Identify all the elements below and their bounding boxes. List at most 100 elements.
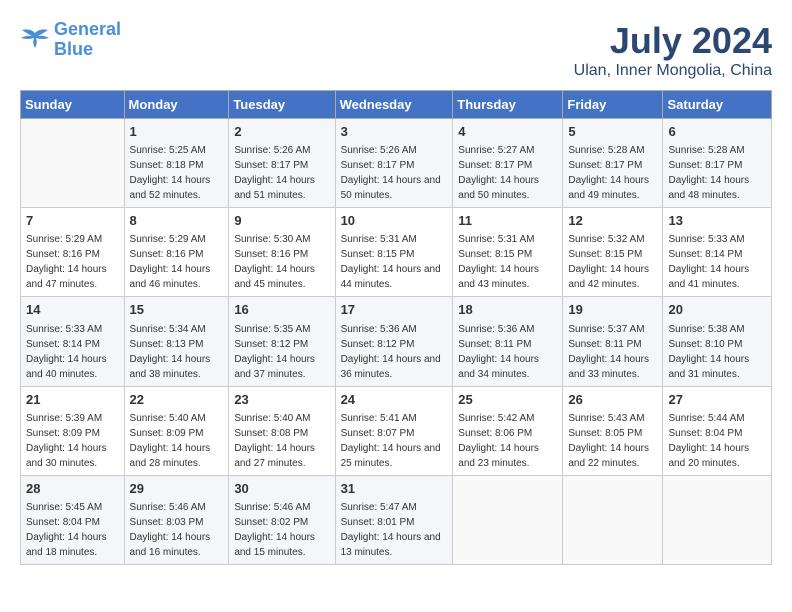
calendar-cell: 9Sunrise: 5:30 AMSunset: 8:16 PMDaylight… [229,208,335,297]
calendar-cell: 21Sunrise: 5:39 AMSunset: 8:09 PMDayligh… [21,386,125,475]
day-info: Sunrise: 5:46 AMSunset: 8:03 PMDaylight:… [130,502,211,558]
day-info: Sunrise: 5:26 AMSunset: 8:17 PMDaylight:… [234,145,315,201]
day-info: Sunrise: 5:40 AMSunset: 8:08 PMDaylight:… [234,413,315,469]
calendar-cell: 16Sunrise: 5:35 AMSunset: 8:12 PMDayligh… [229,297,335,386]
day-number: 19 [568,301,657,319]
logo-text: General Blue [54,20,121,60]
day-number: 12 [568,212,657,230]
calendar-cell: 20 Sunrise: 5:38 AMSunset: 8:10 PMDayligh… [663,297,772,386]
day-number: 22 [130,391,224,409]
calendar-cell: 5 Sunrise: 5:28 AMSunset: 8:17 PMDaylight… [563,119,663,208]
calendar-cell: 18 Sunrise: 5:36 AMSunset: 8:11 PMDayligh… [453,297,563,386]
day-number: 18 [458,301,557,319]
calendar-cell [663,475,772,564]
day-number: 20 [668,301,766,319]
calendar-cell: 27 Sunrise: 5:44 AMSunset: 8:04 PMDayligh… [663,386,772,475]
calendar-cell [563,475,663,564]
page-header: General Blue July 2024 Ulan, Inner Mongo… [20,20,772,80]
day-info: Sunrise: 5:31 AMSunset: 8:15 PMDaylight:… [458,234,539,290]
weekday-row: SundayMondayTuesdayWednesdayThursdayFrid… [21,91,772,119]
day-info: Sunrise: 5:25 AMSunset: 8:18 PMDaylight:… [130,145,211,201]
month-title: July 2024 [574,20,772,62]
day-number: 4 [458,123,557,141]
calendar-cell: 30 Sunrise: 5:46 AMSunset: 8:02 PMDayligh… [229,475,335,564]
day-number: 29 [130,480,224,498]
day-info: Sunrise: 5:45 AMSunset: 8:04 PMDaylight:… [26,502,107,558]
calendar-cell: 7 Sunrise: 5:29 AMSunset: 8:16 PMDaylight… [21,208,125,297]
calendar-cell: 4Sunrise: 5:27 AMSunset: 8:17 PMDaylight… [453,119,563,208]
logo-line2: Blue [54,39,93,59]
day-info: Sunrise: 5:40 AMSunset: 8:09 PMDaylight:… [130,413,211,469]
calendar-body: 1 Sunrise: 5:25 AMSunset: 8:18 PMDaylight… [21,119,772,565]
day-number: 16 [234,301,329,319]
calendar-week-row: 1 Sunrise: 5:25 AMSunset: 8:18 PMDaylight… [21,119,772,208]
day-number: 27 [668,391,766,409]
day-info: Sunrise: 5:28 AMSunset: 8:17 PMDaylight:… [668,145,749,201]
day-number: 26 [568,391,657,409]
day-info: Sunrise: 5:38 AMSunset: 8:10 PMDaylight:… [668,324,749,380]
day-number: 2 [234,123,329,141]
calendar-cell: 25Sunrise: 5:42 AMSunset: 8:06 PMDayligh… [453,386,563,475]
weekday-header: Tuesday [229,91,335,119]
day-info: Sunrise: 5:28 AMSunset: 8:17 PMDaylight:… [568,145,649,201]
calendar-cell: 10Sunrise: 5:31 AMSunset: 8:15 PMDayligh… [335,208,453,297]
calendar-cell: 17 Sunrise: 5:36 AMSunset: 8:12 PMDayligh… [335,297,453,386]
day-info: Sunrise: 5:47 AMSunset: 8:01 PMDaylight:… [341,502,441,558]
title-area: July 2024 Ulan, Inner Mongolia, China [574,20,772,80]
day-number: 28 [26,480,119,498]
day-number: 13 [668,212,766,230]
calendar-cell: 6 Sunrise: 5:28 AMSunset: 8:17 PMDaylight… [663,119,772,208]
calendar-cell: 22 Sunrise: 5:40 AMSunset: 8:09 PMDayligh… [124,386,229,475]
day-info: Sunrise: 5:33 AMSunset: 8:14 PMDaylight:… [668,234,749,290]
calendar-cell: 19 Sunrise: 5:37 AMSunset: 8:11 PMDayligh… [563,297,663,386]
day-number: 7 [26,212,119,230]
day-info: Sunrise: 5:42 AMSunset: 8:06 PMDaylight:… [458,413,539,469]
weekday-header: Saturday [663,91,772,119]
day-info: Sunrise: 5:46 AMSunset: 8:02 PMDaylight:… [234,502,315,558]
day-number: 15 [130,301,224,319]
calendar-cell: 2 Sunrise: 5:26 AMSunset: 8:17 PMDaylight… [229,119,335,208]
calendar-week-row: 7 Sunrise: 5:29 AMSunset: 8:16 PMDaylight… [21,208,772,297]
weekday-header: Monday [124,91,229,119]
calendar-cell [453,475,563,564]
day-info: Sunrise: 5:44 AMSunset: 8:04 PMDaylight:… [668,413,749,469]
calendar-week-row: 28 Sunrise: 5:45 AMSunset: 8:04 PMDayligh… [21,475,772,564]
weekday-header: Thursday [453,91,563,119]
day-number: 5 [568,123,657,141]
calendar-cell: 26Sunrise: 5:43 AMSunset: 8:05 PMDayligh… [563,386,663,475]
day-number: 30 [234,480,329,498]
calendar-week-row: 21Sunrise: 5:39 AMSunset: 8:09 PMDayligh… [21,386,772,475]
location: Ulan, Inner Mongolia, China [574,62,772,80]
calendar-cell: 14Sunrise: 5:33 AMSunset: 8:14 PMDayligh… [21,297,125,386]
day-number: 24 [341,391,448,409]
day-info: Sunrise: 5:37 AMSunset: 8:11 PMDaylight:… [568,324,649,380]
calendar-cell: 13 Sunrise: 5:33 AMSunset: 8:14 PMDayligh… [663,208,772,297]
calendar-cell: 24 Sunrise: 5:41 AMSunset: 8:07 PMDayligh… [335,386,453,475]
weekday-header: Sunday [21,91,125,119]
calendar-table: SundayMondayTuesdayWednesdayThursdayFrid… [20,90,772,565]
day-info: Sunrise: 5:29 AMSunset: 8:16 PMDaylight:… [130,234,211,290]
calendar-cell: 29 Sunrise: 5:46 AMSunset: 8:03 PMDayligh… [124,475,229,564]
day-info: Sunrise: 5:33 AMSunset: 8:14 PMDaylight:… [26,324,107,380]
day-number: 11 [458,212,557,230]
day-info: Sunrise: 5:36 AMSunset: 8:11 PMDaylight:… [458,324,539,380]
day-info: Sunrise: 5:36 AMSunset: 8:12 PMDaylight:… [341,324,441,380]
calendar-cell: 8 Sunrise: 5:29 AMSunset: 8:16 PMDaylight… [124,208,229,297]
day-number: 6 [668,123,766,141]
day-info: Sunrise: 5:31 AMSunset: 8:15 PMDaylight:… [341,234,441,290]
calendar-header: SundayMondayTuesdayWednesdayThursdayFrid… [21,91,772,119]
calendar-cell: 11 Sunrise: 5:31 AMSunset: 8:15 PMDayligh… [453,208,563,297]
logo-line1: General [54,19,121,39]
day-number: 17 [341,301,448,319]
day-info: Sunrise: 5:41 AMSunset: 8:07 PMDaylight:… [341,413,441,469]
day-info: Sunrise: 5:30 AMSunset: 8:16 PMDaylight:… [234,234,315,290]
calendar-cell: 31Sunrise: 5:47 AMSunset: 8:01 PMDayligh… [335,475,453,564]
day-number: 8 [130,212,224,230]
day-number: 1 [130,123,224,141]
day-info: Sunrise: 5:29 AMSunset: 8:16 PMDaylight:… [26,234,107,290]
logo-icon [20,28,50,52]
calendar-cell: 23Sunrise: 5:40 AMSunset: 8:08 PMDayligh… [229,386,335,475]
calendar-cell: 1 Sunrise: 5:25 AMSunset: 8:18 PMDaylight… [124,119,229,208]
weekday-header: Wednesday [335,91,453,119]
day-info: Sunrise: 5:26 AMSunset: 8:17 PMDaylight:… [341,145,441,201]
